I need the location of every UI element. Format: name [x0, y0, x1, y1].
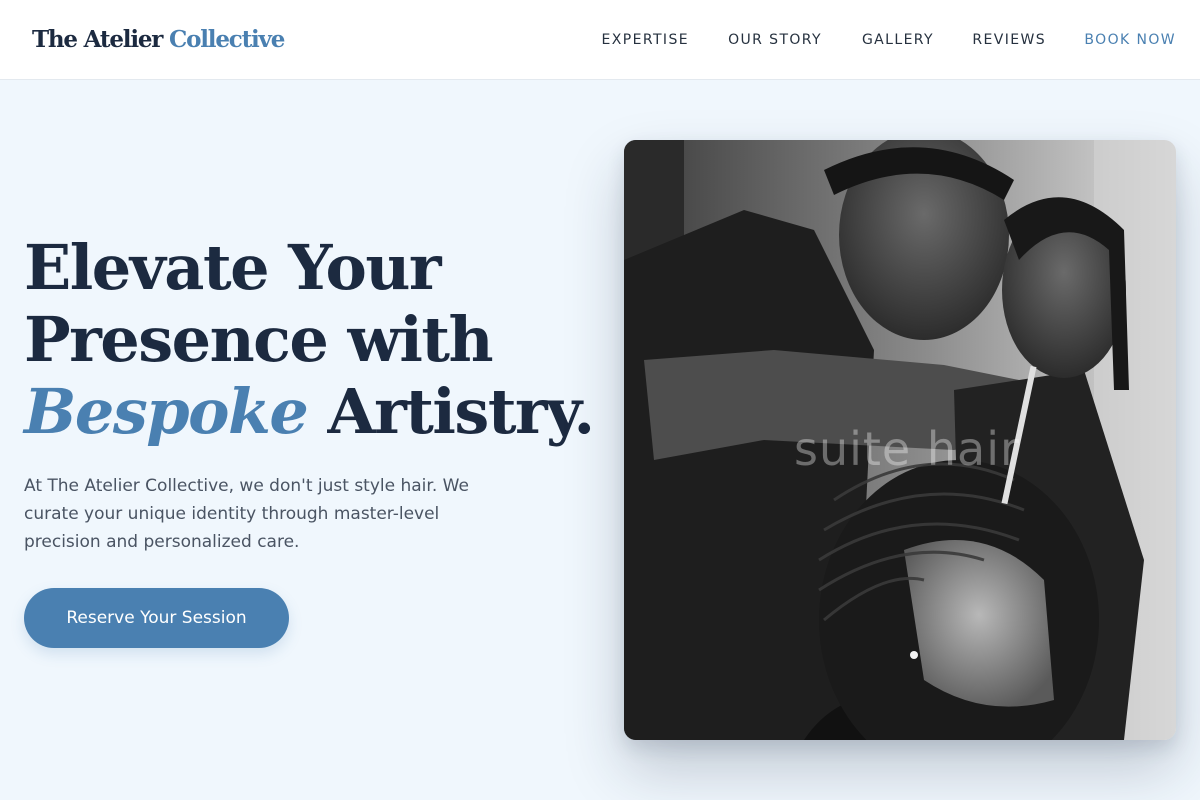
- image-watermark: suite hair: [794, 422, 1020, 476]
- hero-title-line-3: Bespoke Artistry.: [24, 376, 604, 448]
- nav-gallery[interactable]: GALLERY: [862, 31, 934, 49]
- hero-image: suite hair: [624, 140, 1176, 740]
- hero-title-end: Artistry.: [327, 375, 595, 448]
- nav-expertise[interactable]: EXPERTISE: [602, 31, 689, 49]
- nav-reviews[interactable]: REVIEWS: [972, 31, 1046, 49]
- brand-logo[interactable]: The Atelier Collective: [32, 24, 285, 56]
- nav-book-now[interactable]: BOOK NOW: [1084, 31, 1176, 49]
- reserve-session-button[interactable]: Reserve Your Session: [24, 588, 289, 648]
- hero-title-accent: Bespoke: [24, 375, 309, 448]
- hero-title-line-2: Presence with: [24, 303, 494, 376]
- nav-our-story[interactable]: OUR STORY: [728, 31, 822, 49]
- brand-name-primary: The Atelier: [32, 26, 163, 53]
- hero-description: At The Atelier Collective, we don't just…: [24, 476, 469, 552]
- brand-name-accent: Collective: [169, 26, 285, 53]
- site-header: The Atelier Collective EXPERTISE OUR STO…: [0, 0, 1200, 80]
- hero-title-line-1: Elevate Your: [24, 231, 442, 304]
- hero-title: Elevate Your Presence with Bespoke Artis…: [24, 232, 604, 448]
